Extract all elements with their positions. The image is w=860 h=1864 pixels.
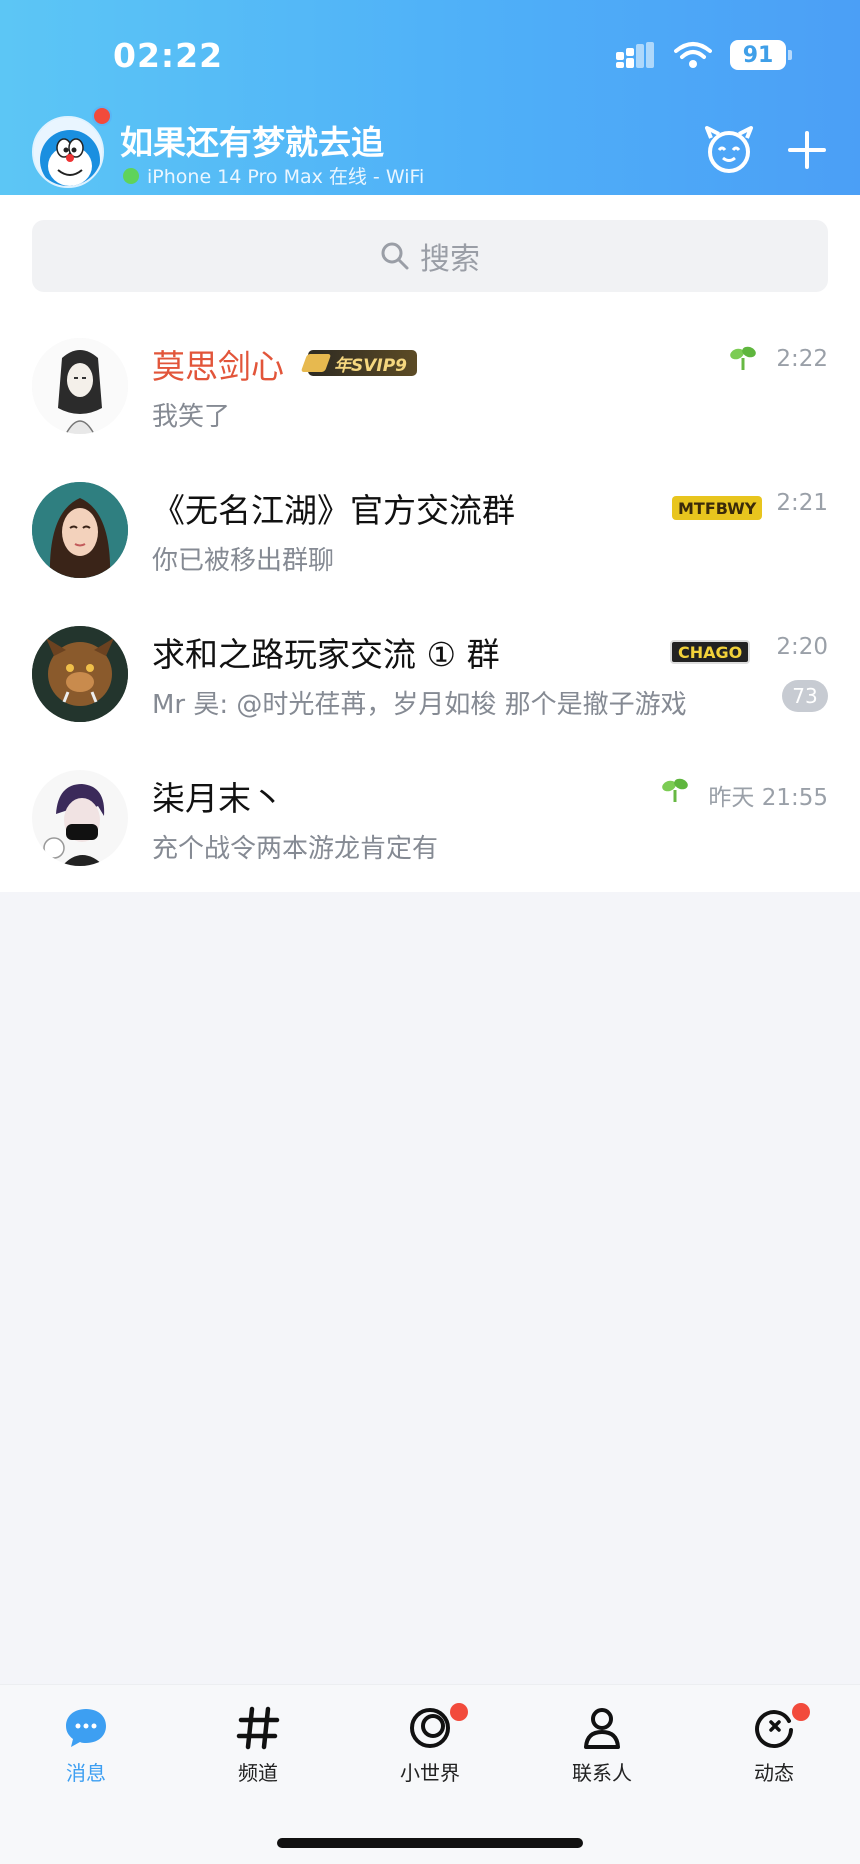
bottom-tab-bar: 消息 频道 小世界 联系人 动态 [0, 1684, 860, 1864]
search-icon [381, 242, 409, 270]
chat-item[interactable]: 求和之路玩家交流 ① 群 CHAGO 2:20 Mr 昊: @时光荏苒，岁月如梭… [0, 612, 860, 752]
chat-name: 《无名江湖》官方交流群 [152, 491, 515, 530]
chat-preview: 我笑了 [152, 402, 231, 432]
tab-channels[interactable]: 频道 [198, 1705, 318, 1786]
chat-time: 2:20 [776, 634, 828, 660]
chat-time: 2:21 [776, 490, 828, 516]
notification-dot [450, 1703, 468, 1721]
chat-preview: 你已被移出群聊 [152, 546, 335, 576]
svip-badge: 年SVIP9 [308, 350, 418, 376]
chat-time: 昨天 21:55 [708, 785, 828, 811]
masked-boy-avatar-image [32, 770, 128, 866]
chat-time: 2:22 [776, 346, 828, 372]
chat-item[interactable]: 柒月末丶 昨天 21:55 充个战令两本游龙肯定有 [0, 756, 860, 896]
tab-label: 频道 [238, 1761, 278, 1785]
avatar [32, 482, 128, 578]
status-icons: 91 [616, 40, 792, 70]
nickname[interactable]: 如果还有梦就去追 [120, 116, 384, 164]
chat-item[interactable]: 《无名江湖》官方交流群 MTFBWY 2:21 你已被移出群聊 [0, 468, 860, 608]
tab-label: 消息 [66, 1761, 106, 1785]
online-status[interactable]: iPhone 14 Pro Max 在线 - WiFi [123, 162, 424, 189]
wifi-icon [674, 42, 712, 68]
signal-icon [616, 42, 654, 68]
chat-name: 柒月末丶 [152, 779, 284, 818]
chat-preview: 充个战令两本游龙肯定有 [152, 834, 439, 864]
game-badge: CHAGO [670, 640, 751, 664]
girl-portrait-avatar-image [32, 482, 128, 578]
world-icon [410, 1708, 450, 1748]
online-dot-icon [123, 167, 139, 184]
hash-icon [236, 1706, 280, 1750]
boar-warrior-avatar-image [32, 626, 128, 722]
search-placeholder: 搜索 [420, 242, 480, 277]
tab-small-world[interactable]: 小世界 [370, 1703, 490, 1786]
avatar [32, 626, 128, 722]
game-badge: MTFBWY [672, 496, 763, 520]
message-icon [66, 1709, 106, 1747]
avatar [32, 770, 128, 866]
add-icon[interactable] [787, 130, 827, 170]
ink-sketch-avatar-image [32, 338, 128, 434]
sprout-icon [730, 346, 756, 370]
search-bar[interactable]: 搜索 [32, 220, 828, 292]
tab-activity[interactable]: 动态 [714, 1703, 834, 1786]
chat-name: 求和之路玩家交流 ① 群 [152, 635, 500, 674]
activity-icon [755, 1710, 793, 1749]
penguin-face-icon[interactable] [703, 124, 755, 174]
profile-notification-dot [92, 106, 112, 126]
chat-name: 莫思剑心 [152, 347, 284, 386]
tab-label: 动态 [754, 1761, 794, 1785]
tab-label: 小世界 [400, 1761, 460, 1785]
tab-contacts[interactable]: 联系人 [542, 1705, 662, 1786]
status-time: 02:22 [113, 36, 224, 75]
online-status-text: iPhone 14 Pro Max 在线 - WiFi [147, 166, 425, 188]
home-indicator [277, 1838, 583, 1848]
chat-item[interactable]: 莫思剑心 年SVIP9 2:22 我笑了 [0, 324, 860, 464]
battery-indicator: 91 [730, 40, 792, 70]
notification-dot [792, 1703, 810, 1721]
sprout-icon [662, 778, 688, 802]
tab-messages[interactable]: 消息 [26, 1705, 146, 1786]
my-avatar[interactable] [32, 116, 104, 188]
unread-count-badge: 73 [782, 680, 828, 712]
contacts-icon [584, 1708, 620, 1749]
tab-label: 联系人 [572, 1761, 632, 1785]
avatar [32, 338, 128, 434]
chat-preview: Mr 昊: @时光荏苒，岁月如梭 那个是撤子游戏 [152, 690, 687, 720]
